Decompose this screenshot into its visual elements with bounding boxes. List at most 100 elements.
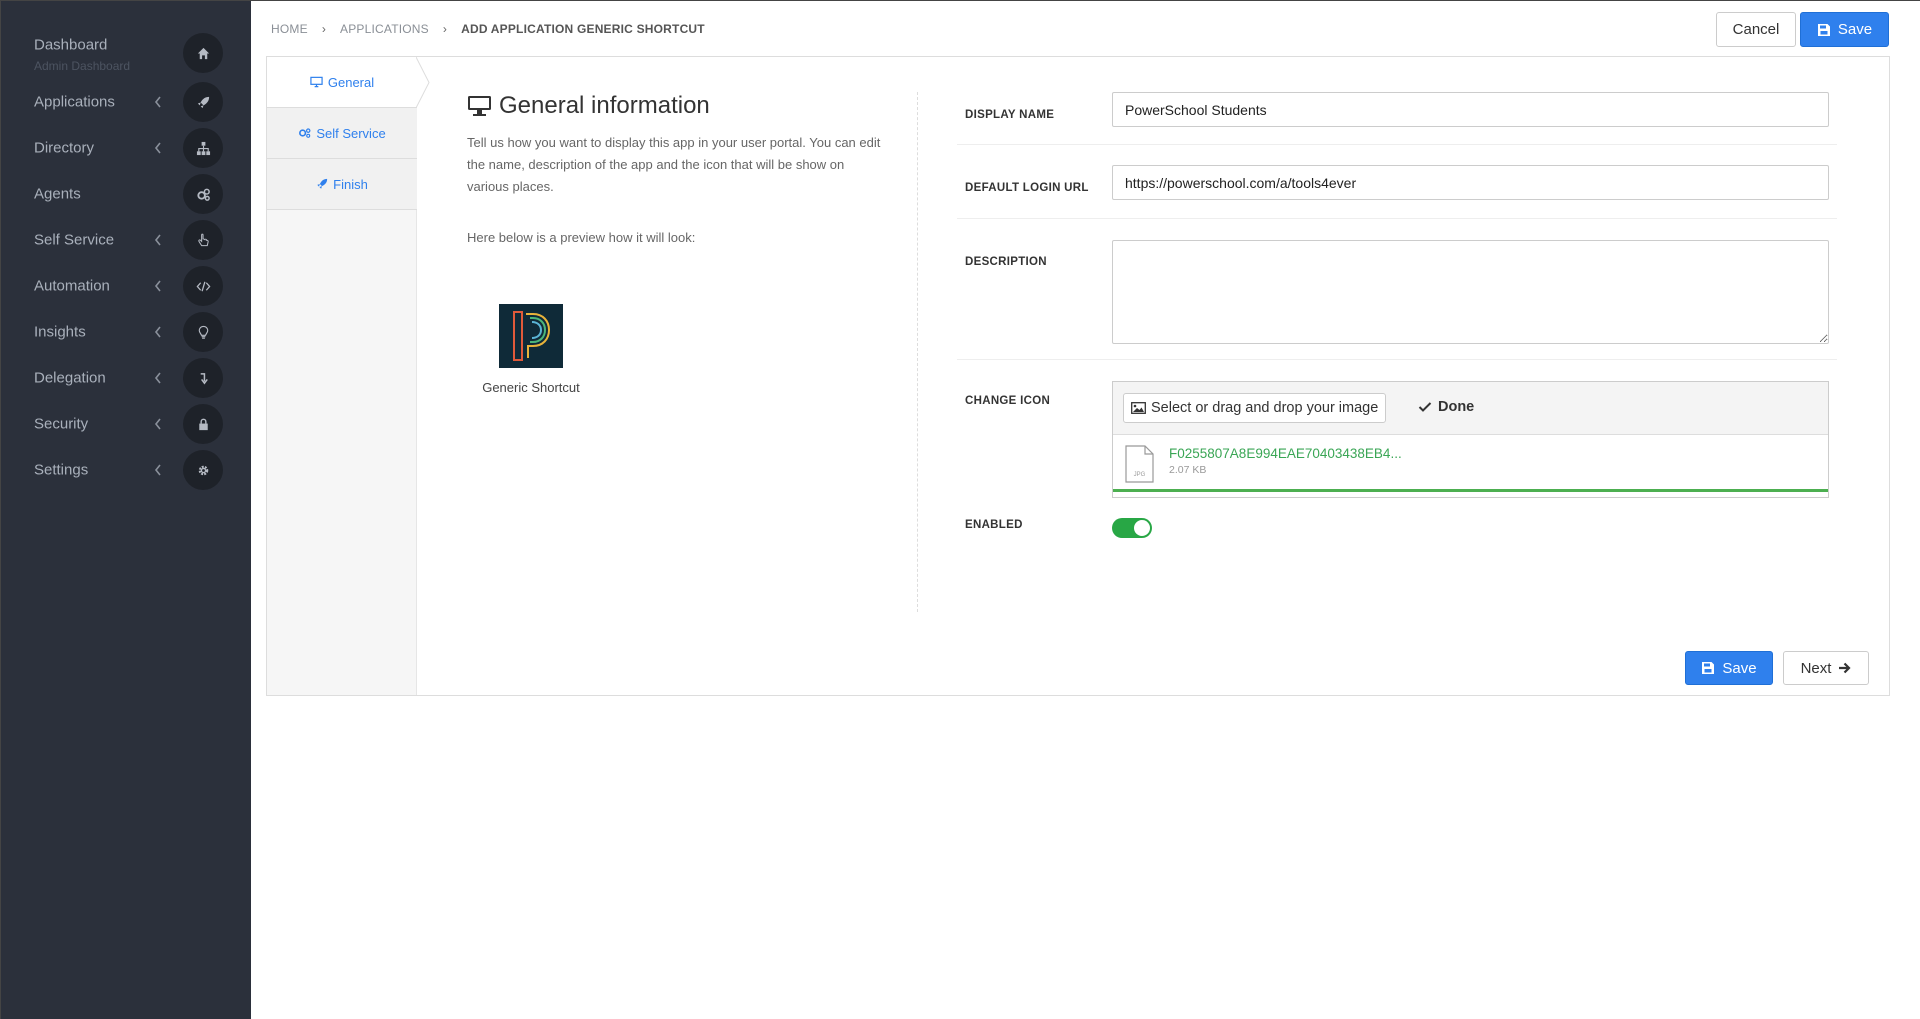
enabled-row: ENABLED	[957, 500, 1837, 560]
toggle-knob	[1134, 520, 1150, 536]
check-icon	[1418, 402, 1432, 412]
next-button-label: Next	[1800, 659, 1832, 677]
tab-label: Finish	[333, 176, 368, 192]
desktop-icon	[310, 76, 323, 88]
sidebar-item-applications[interactable]: Applications	[1, 79, 251, 125]
image-icon	[1131, 402, 1146, 414]
sidebar-item-directory[interactable]: Directory	[1, 125, 251, 171]
section-description: Tell us how you want to display this app…	[467, 135, 881, 194]
breadcrumb-home[interactable]: HOME	[271, 22, 308, 36]
wizard-tabs: General Self Service Finish	[267, 57, 430, 695]
level-down-icon	[183, 358, 223, 398]
chevron-left-icon	[154, 418, 161, 430]
chevron-right-icon: ›	[442, 22, 448, 36]
sidebar-item-agents[interactable]: Agents	[1, 171, 251, 217]
save-button[interactable]: Save	[1800, 12, 1889, 47]
uploader-header: Select or drag and drop your image Done	[1113, 382, 1828, 435]
chevron-right-icon: ›	[321, 22, 327, 36]
icon-uploader: Select or drag and drop your image Done …	[1112, 381, 1829, 498]
powerschool-logo-icon	[513, 311, 551, 361]
sidebar-item-delegation[interactable]: Delegation	[1, 355, 251, 401]
description-row: DESCRIPTION	[957, 219, 1837, 360]
tab-label: General	[327, 74, 375, 90]
sidebar-item-label: Settings	[34, 461, 89, 479]
main-content: HOME › APPLICATIONS › ADD APPLICATION GE…	[251, 1, 1920, 1019]
sidebar-item-label: Directory	[34, 139, 95, 157]
sitemap-icon	[183, 128, 223, 168]
wizard-panel: General Self Service Finish General info…	[266, 56, 1890, 696]
sidebar-item-label: Delegation	[34, 369, 106, 387]
app-preview-caption: Generic Shortcut	[482, 380, 580, 395]
uploaded-file-size: 2.07 KB	[1169, 464, 1207, 476]
hand-pointer-icon	[183, 220, 223, 260]
section-title-text: General information	[499, 92, 710, 119]
sidebar-item-sublabel: Admin Dashboard	[34, 59, 131, 73]
upload-done-status: Done	[1418, 399, 1474, 415]
uploaded-file-name: F0255807A8E994EAE70403438EB4...	[1169, 446, 1402, 461]
sidebar-item-security[interactable]: Security	[1, 401, 251, 447]
chevron-left-icon	[154, 96, 161, 108]
enabled-label: ENABLED	[965, 519, 1023, 531]
arrow-right-icon	[1839, 662, 1851, 674]
file-jpg-icon: JPG	[1125, 445, 1154, 483]
description-field[interactable]	[1112, 240, 1829, 344]
upload-progress-bar	[1113, 489, 1828, 492]
lock-icon	[183, 404, 223, 444]
login-url-label: DEFAULT LOGIN URL	[965, 182, 1089, 194]
change-icon-label: CHANGE ICON	[965, 395, 1051, 407]
chevron-left-icon	[154, 142, 161, 154]
footer-save-label: Save	[1722, 659, 1757, 677]
rocket-icon	[183, 82, 223, 122]
display-name-row: DISPLAY NAME	[957, 92, 1837, 145]
lightbulb-icon	[183, 312, 223, 352]
sidebar-item-label: Insights	[34, 323, 86, 341]
tab-general[interactable]: General	[267, 57, 417, 108]
breadcrumb-applications[interactable]: APPLICATIONS	[340, 22, 429, 36]
display-name-label: DISPLAY NAME	[965, 109, 1055, 121]
breadcrumb-current: ADD APPLICATION GENERIC SHORTCUT	[461, 22, 705, 36]
tab-finish[interactable]: Finish	[267, 159, 417, 210]
description-label: DESCRIPTION	[965, 256, 1047, 268]
select-image-button[interactable]: Select or drag and drop your image	[1123, 393, 1387, 423]
cogs-icon	[183, 174, 223, 214]
display-name-field[interactable]	[1112, 92, 1829, 127]
chevron-left-icon	[154, 326, 161, 338]
sidebar-item-label: Self Service	[34, 231, 115, 249]
cancel-button[interactable]: Cancel	[1716, 12, 1796, 47]
preview-text: Here below is a preview how it will look…	[467, 230, 696, 245]
tab-label: Self Service	[316, 125, 386, 141]
tab-self-service[interactable]: Self Service	[267, 108, 417, 159]
file-type: JPG	[1134, 472, 1146, 478]
change-icon-row: CHANGE ICON Select or drag and drop your…	[957, 360, 1837, 500]
section-title: General information	[467, 92, 887, 120]
login-url-field[interactable]	[1112, 165, 1829, 200]
upload-done-label: Done	[1438, 399, 1475, 415]
rocket-icon	[317, 178, 328, 189]
gear-icon	[183, 450, 223, 490]
sidebar-item-label: Applications	[34, 93, 115, 111]
sidebar-item-settings[interactable]: Settings	[1, 447, 251, 493]
enabled-toggle[interactable]	[1112, 518, 1152, 538]
chevron-left-icon	[154, 234, 161, 246]
save-button-label: Save	[1837, 21, 1873, 38]
home-icon	[183, 33, 223, 73]
chevron-left-icon	[154, 464, 161, 476]
column-divider	[917, 92, 918, 612]
sidebar-item-automation[interactable]: Automation	[1, 263, 251, 309]
chevron-left-icon	[154, 372, 161, 384]
sidebar-item-dashboard[interactable]: Dashboard Admin Dashboard	[1, 28, 251, 78]
sidebar-item-self-service[interactable]: Self Service	[1, 217, 251, 263]
code-icon	[183, 266, 223, 306]
select-image-label: Select or drag and drop your image	[1151, 400, 1379, 416]
next-button[interactable]: Next	[1783, 651, 1869, 685]
sidebar-item-insights[interactable]: Insights	[1, 309, 251, 355]
sidebar: Dashboard Admin Dashboard Applications D…	[1, 1, 251, 1019]
sidebar-item-label: Agents	[34, 185, 81, 203]
breadcrumb: HOME › APPLICATIONS › ADD APPLICATION GE…	[271, 22, 705, 36]
chevron-left-icon	[154, 280, 161, 292]
footer-save-button[interactable]: Save	[1685, 651, 1773, 685]
sidebar-item-label: Dashboard	[34, 36, 108, 54]
sidebar-item-label: Automation	[34, 277, 110, 295]
tab-arrow	[416, 57, 430, 108]
sidebar-item-label: Security	[34, 415, 89, 433]
